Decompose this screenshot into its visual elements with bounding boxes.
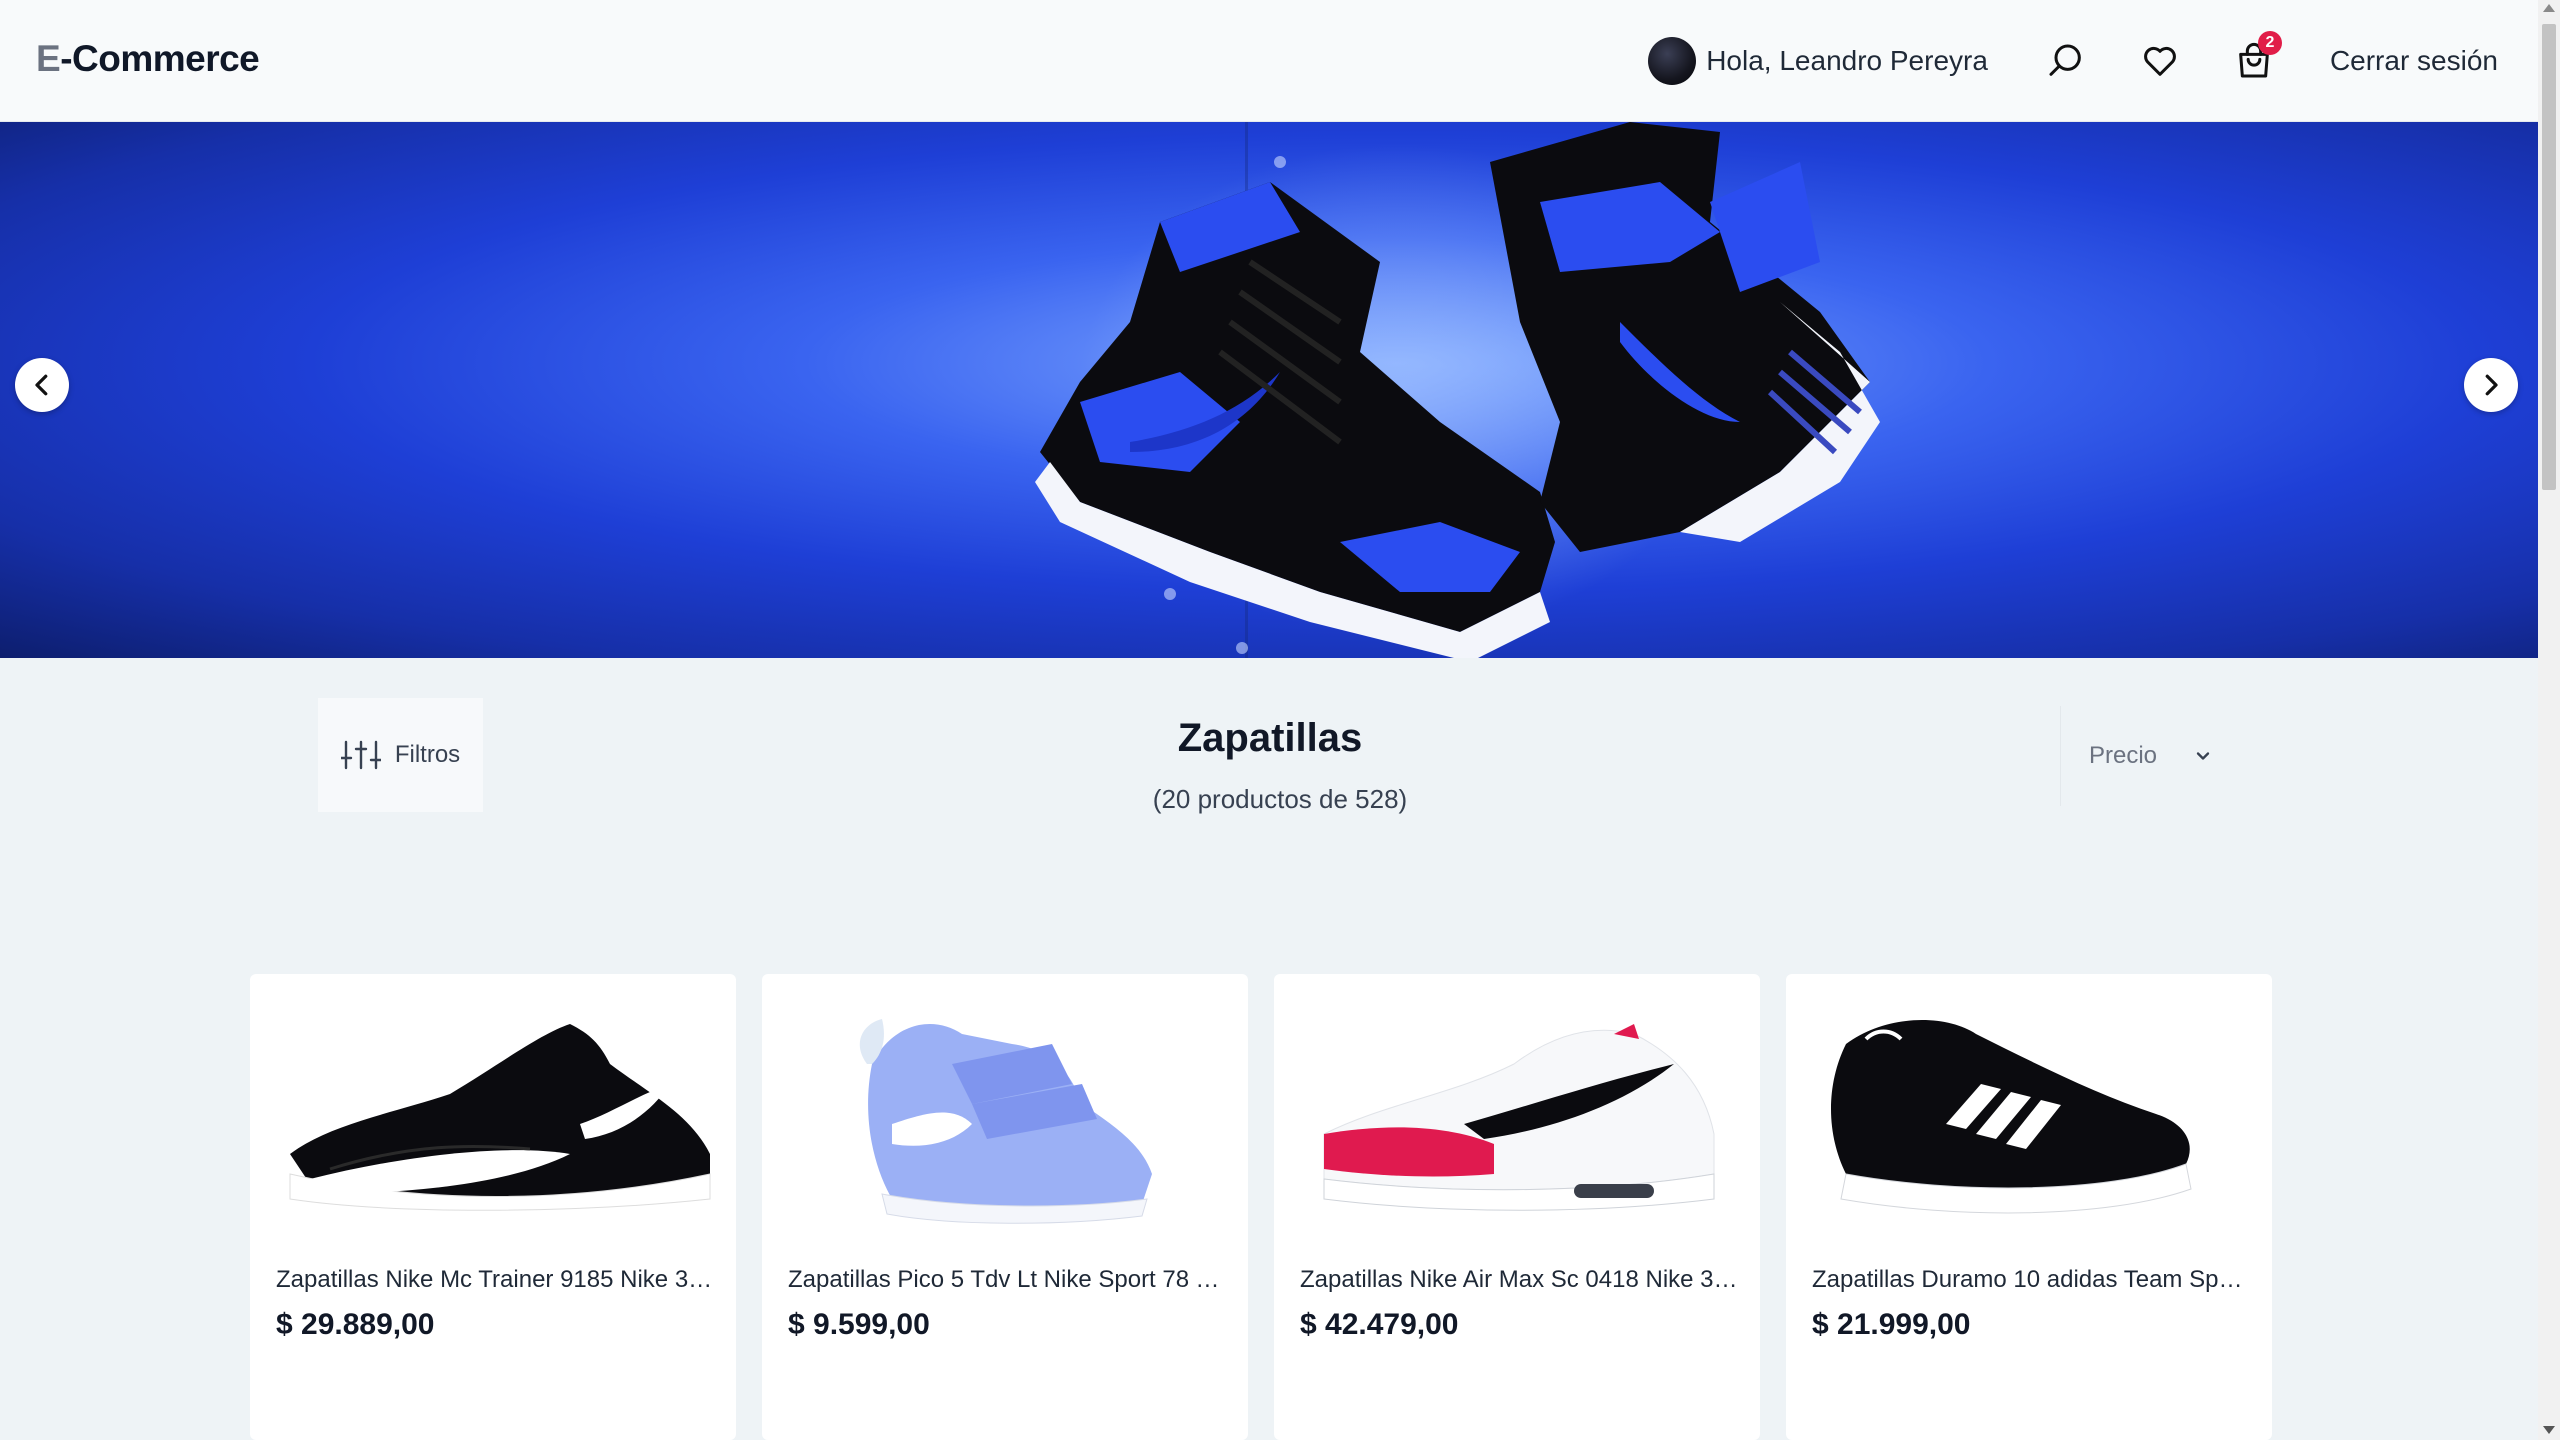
brand-logo[interactable]: E-Commerce bbox=[36, 38, 260, 80]
logo-text: -Commerce bbox=[60, 38, 260, 79]
chevron-left-icon bbox=[35, 374, 48, 396]
sliders-icon bbox=[340, 740, 381, 770]
carousel-next-button[interactable] bbox=[2464, 358, 2518, 412]
page-scrollbar[interactable] bbox=[2538, 0, 2560, 1440]
product-card[interactable]: Zapatillas Pico 5 Tdv Lt Nike Sport 78 T… bbox=[762, 974, 1248, 1440]
product-price: $ 29.889,00 bbox=[276, 1308, 435, 1341]
product-name[interactable]: Zapatillas Nike Air Max Sc 0418 Nike 3 .… bbox=[1300, 1266, 1740, 1294]
product-name[interactable]: Zapatillas Pico 5 Tdv Lt Nike Sport 78 T… bbox=[788, 1266, 1228, 1294]
avatar[interactable] bbox=[1648, 37, 1697, 85]
cart-button[interactable]: 2 bbox=[2232, 31, 2282, 83]
product-price: $ 9.599,00 bbox=[788, 1308, 930, 1341]
heart-icon bbox=[2144, 46, 2176, 76]
favorites-button[interactable] bbox=[2138, 39, 2182, 83]
product-price: $ 42.479,00 bbox=[1300, 1308, 1459, 1341]
product-card[interactable]: Zapatillas Duramo 10 adidas Team Spor...… bbox=[1786, 974, 2272, 1440]
cart-count-badge: 2 bbox=[2257, 31, 2282, 55]
scrollbar-thumb[interactable] bbox=[2542, 24, 2556, 490]
product-image bbox=[859, 1019, 1152, 1224]
chevron-down-icon bbox=[2196, 752, 2210, 760]
logo-prefix: E bbox=[36, 38, 61, 79]
top-navbar: E-Commerce Hola, Leandro Pereyra 2 Cerra… bbox=[0, 0, 2538, 122]
logout-link[interactable]: Cerrar sesión bbox=[2330, 45, 2498, 77]
carousel-prev-button[interactable] bbox=[15, 358, 69, 412]
hero-sneakers-image bbox=[1035, 122, 1880, 658]
hero-carousel bbox=[0, 122, 2538, 658]
header-actions: Hola, Leandro Pereyra 2 Cerrar sesión bbox=[1648, 0, 2498, 122]
chevron-right-icon bbox=[2485, 374, 2498, 396]
page-title: Zapatillas bbox=[1177, 716, 1363, 760]
product-card[interactable]: Zapatillas Nike Mc Trainer 9185 Nike 3 C… bbox=[250, 974, 736, 1440]
product-price: $ 21.999,00 bbox=[1812, 1308, 1971, 1341]
greeting-text: Hola, Leandro Pereyra bbox=[1706, 45, 1988, 76]
scroll-down-arrow-icon[interactable] bbox=[2543, 1426, 2555, 1434]
search-button[interactable] bbox=[2044, 39, 2088, 83]
user-greeting[interactable]: Hola, Leandro Pereyra bbox=[1648, 37, 1988, 85]
filters-button[interactable]: Filtros bbox=[318, 698, 483, 812]
product-count: (20 productos de 528) bbox=[1152, 784, 1408, 814]
product-card[interactable]: Zapatillas Nike Air Max Sc 0418 Nike 3 .… bbox=[1274, 974, 1760, 1440]
sort-select[interactable]: Precio bbox=[2060, 706, 2216, 806]
product-name[interactable]: Zapatillas Nike Mc Trainer 9185 Nike 3 C… bbox=[276, 1266, 716, 1294]
product-name[interactable]: Zapatillas Duramo 10 adidas Team Spor... bbox=[1812, 1266, 2252, 1294]
filters-label: Filtros bbox=[394, 741, 461, 768]
product-image bbox=[289, 1024, 711, 1211]
scroll-up-arrow-icon[interactable] bbox=[2543, 4, 2555, 12]
product-image bbox=[1831, 1020, 2192, 1214]
product-image bbox=[1323, 1024, 1715, 1211]
sort-label: Precio bbox=[2089, 742, 2158, 769]
search-icon bbox=[2049, 44, 2081, 76]
